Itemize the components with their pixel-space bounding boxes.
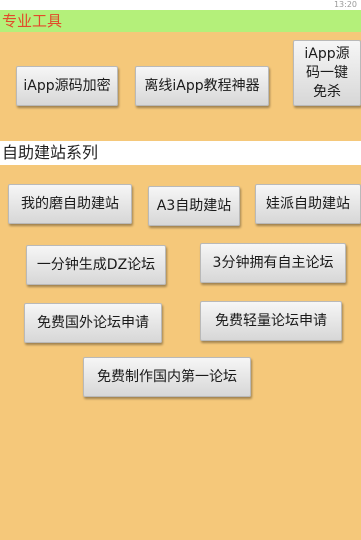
wapai-site-button[interactable]: 娃派自助建站 [255,184,361,224]
section-header-tools: 专业工具 [0,10,361,32]
one-click-free-button[interactable]: iApp源 码一键 免杀 [293,40,361,106]
offline-tutorial-button[interactable]: 离线iApp教程神器 [135,66,269,106]
dz-forum-button[interactable]: 一分钟生成DZ论坛 [26,245,166,285]
iapp-encrypt-button[interactable]: iApp源码加密 [16,66,118,106]
status-time: 13:20 [333,0,357,9]
foreign-forum-button[interactable]: 免费国外论坛申请 [24,303,162,343]
domestic-forum-button[interactable]: 免费制作国内第一论坛 [83,357,251,397]
own-forum-button[interactable]: 3分钟拥有自主论坛 [200,243,346,283]
wode-mo-site-button[interactable]: 我的磨自助建站 [8,184,132,224]
light-forum-button[interactable]: 免费轻量论坛申请 [200,301,342,341]
section-header-sites: 自助建站系列 [0,141,361,165]
status-bar: 13:20 [0,0,361,10]
a3-site-button[interactable]: A3自助建站 [148,186,240,226]
